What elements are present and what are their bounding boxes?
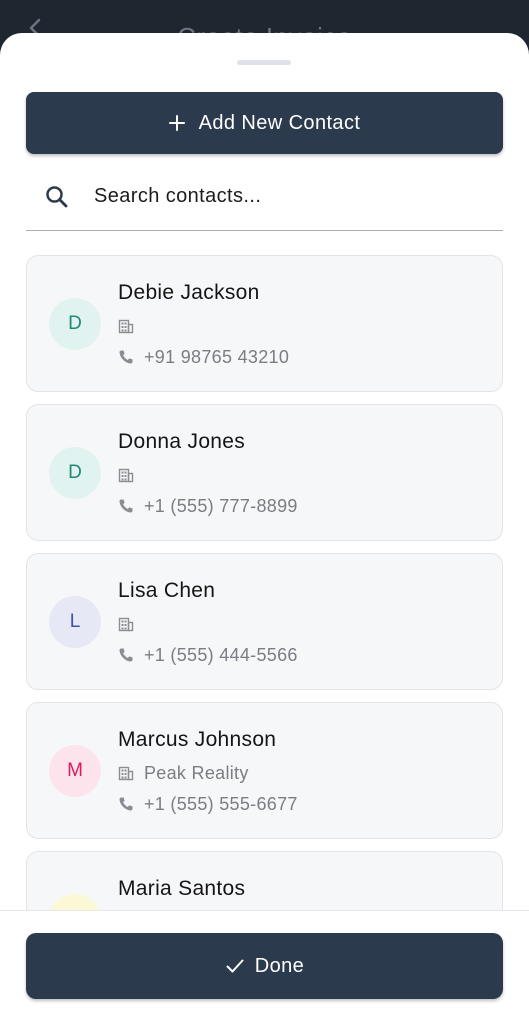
plus-icon bbox=[168, 115, 185, 131]
contact-phone-row: +1 (555) 555-6677 bbox=[118, 793, 298, 815]
contact-card[interactable]: D Debie Jackson +91 98765 43210 bbox=[26, 255, 503, 392]
add-new-contact-button[interactable]: Add New Contact bbox=[26, 92, 503, 154]
avatar: D bbox=[49, 298, 101, 350]
contact-company: Peak Reality bbox=[144, 762, 249, 783]
contact-phone: +1 (555) 777-8899 bbox=[144, 495, 298, 516]
contact-phone-row: +91 98765 43210 bbox=[118, 346, 289, 368]
avatar: L bbox=[49, 596, 101, 648]
add-new-contact-label: Add New Contact bbox=[198, 111, 361, 134]
building-icon bbox=[118, 318, 134, 334]
building-icon bbox=[118, 616, 134, 632]
contact-name: Debie Jackson bbox=[118, 281, 260, 304]
contact-name: Lisa Chen bbox=[118, 579, 216, 602]
drag-handle[interactable] bbox=[237, 60, 291, 65]
contact-company-row bbox=[118, 315, 144, 337]
phone-icon bbox=[118, 498, 134, 514]
contact-company-row bbox=[118, 613, 144, 635]
building-icon bbox=[118, 765, 134, 781]
contact-company-row bbox=[118, 464, 144, 486]
avatar bbox=[49, 894, 101, 910]
contact-card[interactable]: M Marcus Johnson Peak Reality +1 (555) 555-… bbox=[26, 702, 503, 839]
search-icon bbox=[46, 185, 68, 207]
avatar-initial: L bbox=[69, 611, 81, 632]
search-bar bbox=[26, 163, 503, 231]
phone-icon bbox=[118, 647, 134, 663]
contact-picker-sheet: Add New Contact D Debie Jackson +91 98765 … bbox=[0, 33, 529, 1024]
done-button[interactable]: Done bbox=[26, 933, 503, 999]
phone-icon bbox=[118, 796, 134, 812]
avatar-initial: D bbox=[68, 462, 82, 483]
contact-list: D Debie Jackson +91 98765 43210 D Donna Jone… bbox=[26, 255, 503, 910]
avatar: D bbox=[49, 447, 101, 499]
phone-icon bbox=[118, 349, 134, 365]
contact-name: Donna Jones bbox=[118, 430, 246, 453]
avatar: M bbox=[49, 745, 101, 797]
contact-name: Maria Santos bbox=[118, 877, 246, 900]
avatar-initial: D bbox=[68, 313, 82, 334]
sheet-footer: Done bbox=[0, 910, 529, 1024]
search-input[interactable] bbox=[94, 185, 474, 208]
contact-card[interactable]: Maria Santos bbox=[26, 851, 503, 910]
contact-card[interactable]: L Lisa Chen +1 (555) 444-5566 bbox=[26, 553, 503, 690]
contact-phone: +91 98765 43210 bbox=[144, 346, 290, 367]
building-icon bbox=[118, 467, 134, 483]
contact-name: Marcus Johnson bbox=[118, 728, 277, 751]
avatar-initial: M bbox=[67, 760, 83, 781]
done-label: Done bbox=[254, 954, 305, 977]
contact-phone: +1 (555) 444-5566 bbox=[144, 644, 298, 665]
contact-company-row: Peak Reality bbox=[118, 762, 249, 784]
check-icon bbox=[226, 959, 244, 973]
contact-phone: +1 (555) 555-6677 bbox=[144, 793, 298, 814]
contact-phone-row: +1 (555) 444-5566 bbox=[118, 644, 298, 666]
contact-phone-row: +1 (555) 777-8899 bbox=[118, 495, 298, 517]
contact-card[interactable]: D Donna Jones +1 (555) 777-8899 bbox=[26, 404, 503, 541]
